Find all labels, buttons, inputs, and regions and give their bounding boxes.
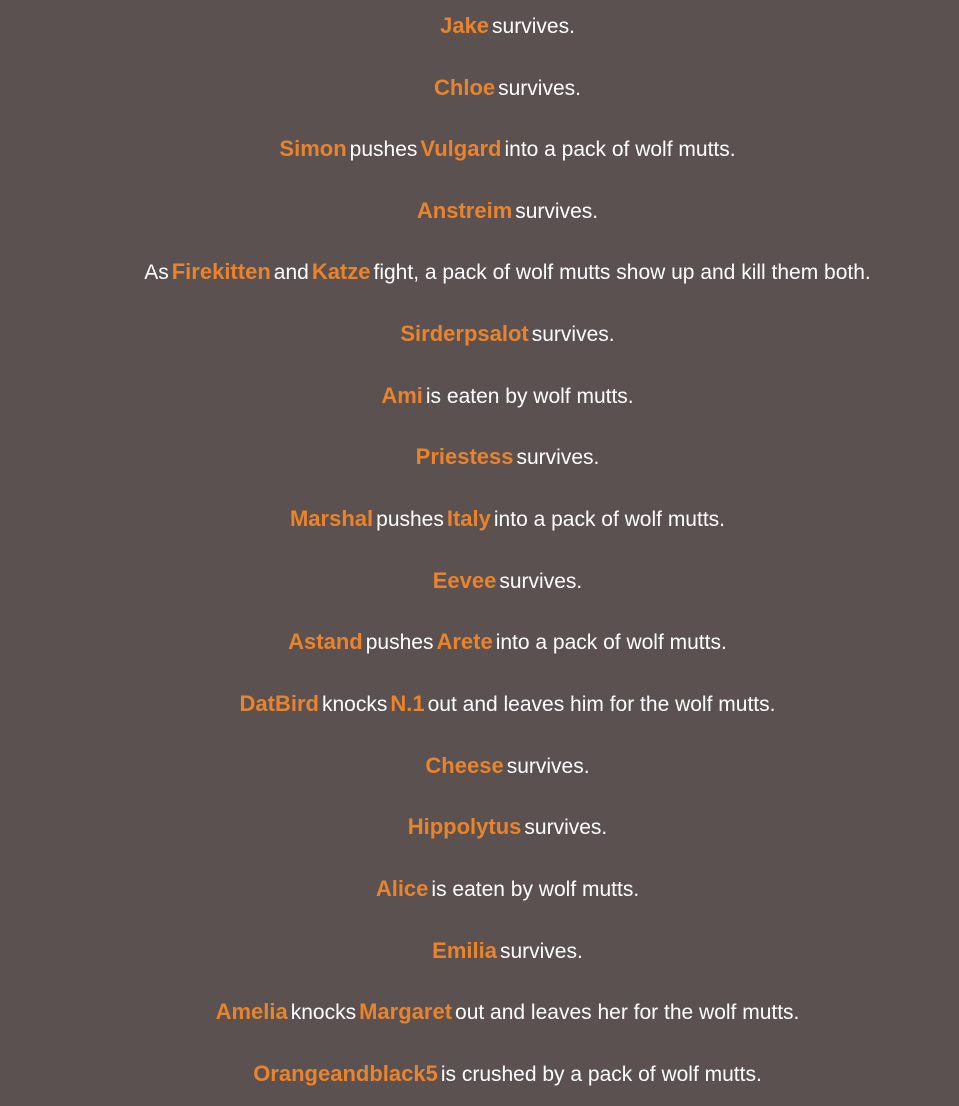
tribute-name: Firekitten <box>171 259 271 284</box>
event-text: survives. <box>499 940 583 963</box>
event-text: knocks <box>322 693 388 716</box>
event-text: pushes <box>365 631 434 654</box>
tribute-name: Hippolytus <box>407 814 522 839</box>
event-text: survives. <box>499 570 583 593</box>
event-text: survives. <box>516 446 600 469</box>
event-text: out and leaves her for the wolf mutts. <box>455 1001 800 1024</box>
event-line-12: DatBird knocks N.1 out and leaves him for t… <box>60 690 955 718</box>
event-text: into a pack of wolf mutts. <box>493 508 725 531</box>
event-text: survives. <box>498 77 581 100</box>
event-text: survives. <box>515 200 599 223</box>
event-line-11: Astand pushes Arete into a pack of wolf mut… <box>60 628 955 656</box>
tribute-name: Sirderpsalot <box>400 321 529 346</box>
event-text: As <box>144 261 169 284</box>
event-text: is eaten by wolf mutts. <box>431 878 640 901</box>
event-log: Jake survives. Chloe survives. Simon pushes… <box>0 0 959 1106</box>
tribute-name: Orangeandblack5 <box>253 1061 438 1086</box>
event-text: knocks <box>290 1001 357 1024</box>
tribute-name: Ami <box>381 383 423 408</box>
event-text: survives. <box>492 15 575 38</box>
tribute-name: Marshal <box>289 506 374 531</box>
tribute-name: Chloe <box>434 75 496 100</box>
event-text: is eaten by wolf mutts. <box>425 385 634 408</box>
tribute-name: Astand <box>288 629 363 654</box>
event-line-1: Jake survives. <box>60 12 955 40</box>
event-line-9: Marshal pushes Italy into a pack of wolf mu… <box>60 505 955 533</box>
tribute-name: Anstreim <box>416 198 513 223</box>
event-line-10: Eevee survives. <box>60 567 955 595</box>
tribute-name: Margaret <box>359 999 453 1024</box>
tribute-name: Vulgard <box>420 136 502 161</box>
tribute-name: Eevee <box>432 568 497 593</box>
event-line-18: Orangeandblack5 is crushed by a pack of w… <box>60 1060 955 1088</box>
event-line-8: Priestess survives. <box>60 443 955 471</box>
event-line-14: Hippolytus survives. <box>60 813 955 841</box>
event-text: survives. <box>524 816 608 839</box>
tribute-name: DatBird <box>239 691 319 716</box>
event-text: pushes <box>376 508 444 531</box>
event-text: pushes <box>349 138 418 161</box>
tribute-name: Simon <box>279 136 347 161</box>
event-line-16: Emilia survives. <box>60 937 955 965</box>
tribute-name: N.1 <box>390 691 425 716</box>
tribute-name: Katze <box>311 259 371 284</box>
event-text: is crushed by a pack of wolf mutts. <box>440 1063 762 1086</box>
event-line-15: Alice is eaten by wolf mutts. <box>60 875 955 903</box>
event-text: and <box>273 261 309 284</box>
event-line-5: As Firekitten and Katze fight, a pack of wol… <box>60 258 955 286</box>
event-line-4: Anstreim survives. <box>60 197 955 225</box>
event-line-6: Sirderpsalot survives. <box>60 320 955 348</box>
tribute-name: Arete <box>436 629 493 654</box>
tribute-name: Italy <box>446 506 491 531</box>
event-text: out and leaves him for the wolf mutts. <box>427 693 776 716</box>
tribute-name: Cheese <box>425 753 504 778</box>
tribute-name: Amelia <box>215 999 288 1024</box>
event-text: survives. <box>506 755 590 778</box>
tribute-name: Priestess <box>415 444 514 469</box>
tribute-name: Jake <box>440 13 490 38</box>
event-text: survives. <box>531 323 615 346</box>
event-line-3: Simon pushes Vulgard into a pack of wolf mu… <box>60 135 955 163</box>
event-text: into a pack of wolf mutts. <box>504 138 736 161</box>
event-text: into a pack of wolf mutts. <box>495 631 727 654</box>
tribute-name: Emilia <box>432 938 497 963</box>
event-line-17: Amelia knocks Margaret out and leaves her f… <box>60 998 955 1026</box>
event-line-7: Ami is eaten by wolf mutts. <box>60 382 955 410</box>
event-line-13: Cheese survives. <box>60 752 955 780</box>
event-line-2: Chloe survives. <box>60 74 955 102</box>
tribute-name: Alice <box>375 876 429 901</box>
event-text: fight, a pack of wolf mutts show up and … <box>373 261 871 284</box>
